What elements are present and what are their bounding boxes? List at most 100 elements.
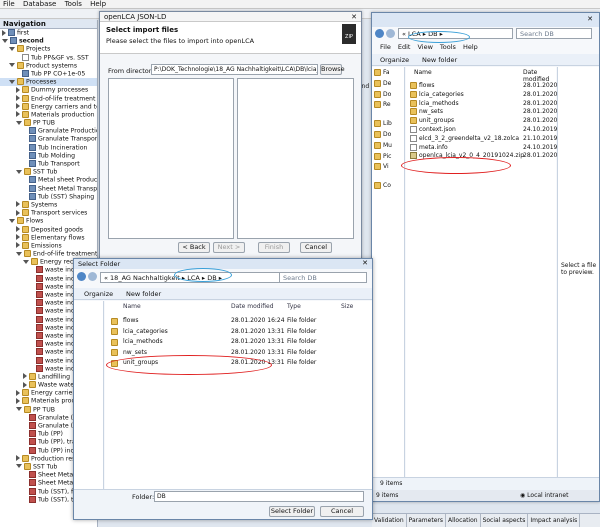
expanded-arrow-icon[interactable]	[16, 407, 22, 412]
tree-item[interactable]: Sheet Metal Transport	[0, 184, 97, 193]
file-list-item[interactable]: meta.info 24.10.2019	[406, 143, 557, 153]
tree-item[interactable]: Product systems	[0, 61, 97, 70]
browse-button[interactable]: Browse	[320, 64, 345, 75]
forward-arrow-icon[interactable]	[386, 29, 396, 38]
collapsed-arrow-icon[interactable]	[16, 95, 20, 101]
column-type[interactable]: Type	[287, 303, 301, 310]
menu-tools[interactable]: Tools	[440, 43, 456, 51]
column-date[interactable]: Date modified	[231, 303, 274, 310]
back-arrow-icon[interactable]	[77, 272, 86, 281]
close-icon[interactable]: ✕	[362, 259, 368, 267]
tree-item[interactable]: Tub Molding	[0, 151, 97, 160]
back-arrow-icon[interactable]	[375, 29, 384, 38]
organize-button[interactable]: Organize	[84, 290, 113, 298]
folder-list-item[interactable]: lcia_categories 28.01.2020 13:31 File fold…	[105, 327, 365, 337]
tab-social-aspects[interactable]: Social aspects	[481, 514, 529, 527]
tree-item[interactable]: second	[0, 37, 97, 45]
tree-item[interactable]: Elementary flows	[0, 233, 97, 242]
tree-item[interactable]: Tub (SST) Shaping	[0, 192, 97, 201]
collapsed-arrow-icon[interactable]	[16, 234, 20, 241]
tree-item[interactable]: Tub PP CO+1e-05	[0, 69, 97, 78]
finish-button[interactable]: Finish	[258, 242, 290, 253]
file-list-panel[interactable]	[237, 78, 354, 239]
sidebar-item[interactable]: Do	[372, 90, 404, 100]
file-list-item[interactable]: flows 28.01.2020	[406, 82, 557, 91]
file-list-item[interactable]: context.json 24.10.2019	[406, 125, 557, 135]
tree-item[interactable]: first	[0, 29, 97, 37]
directory-path-input[interactable]: P:\DOK_Technologie\18_AG Nachhaltigkeit\…	[151, 64, 318, 75]
expanded-arrow-icon[interactable]	[16, 169, 22, 174]
folder-list-item[interactable]: flows 28.01.2020 16:24 File folder	[105, 316, 365, 326]
collapsed-arrow-icon[interactable]	[16, 455, 20, 462]
expanded-arrow-icon[interactable]	[16, 251, 22, 256]
sidebar-item[interactable]: De	[372, 79, 404, 89]
expanded-arrow-icon[interactable]	[9, 63, 15, 68]
collapsed-arrow-icon[interactable]	[16, 389, 20, 396]
next-button[interactable]: Next >	[213, 242, 245, 253]
tree-item[interactable]: Tub Transport	[0, 160, 97, 168]
collapsed-arrow-icon[interactable]	[2, 29, 6, 36]
sidebar-item[interactable]: Fa	[372, 69, 404, 78]
tree-item[interactable]: Materials production	[0, 110, 97, 119]
collapsed-arrow-icon[interactable]	[16, 86, 20, 93]
menu-help[interactable]: Help	[90, 0, 106, 8]
select-folder-button[interactable]: Select Folder	[269, 506, 315, 517]
column-name[interactable]: Name	[414, 69, 432, 76]
new-folder-button[interactable]: New folder	[126, 290, 161, 298]
collapsed-arrow-icon[interactable]	[23, 381, 27, 388]
expanded-arrow-icon[interactable]	[9, 79, 15, 84]
folder-name-input[interactable]: DB	[154, 491, 364, 502]
folder-list-item[interactable]: lcia_methods 28.01.2020 13:31 File folder	[105, 337, 365, 347]
tree-item[interactable]: Tub PP&GF vs. SST	[0, 53, 97, 62]
tree-item[interactable]: Processes	[0, 78, 97, 87]
expanded-arrow-icon[interactable]	[2, 38, 8, 43]
cancel-button[interactable]: Cancel	[320, 506, 364, 517]
tab-allocation[interactable]: Allocation	[446, 514, 481, 527]
tree-item[interactable]: Projects	[0, 45, 97, 53]
menu-edit[interactable]: Edit	[398, 43, 411, 51]
tree-item[interactable]: Granulate Production	[0, 127, 97, 135]
expanded-arrow-icon[interactable]	[16, 464, 22, 469]
menu-view[interactable]: View	[417, 43, 432, 51]
sidebar-item[interactable]: Do	[372, 130, 404, 140]
tree-item[interactable]: Deposited goods	[0, 225, 97, 234]
sidebar-item[interactable]: Re	[372, 101, 404, 110]
file-list-item[interactable]: lcia_categories 28.01.2020	[406, 90, 557, 100]
tree-item[interactable]: Dummy processes	[0, 86, 97, 94]
tab-validation[interactable]: Validation	[372, 514, 407, 527]
new-folder-button[interactable]: New folder	[422, 56, 457, 64]
tree-item[interactable]: PP TUB	[0, 119, 97, 127]
close-icon[interactable]: ✕	[587, 15, 593, 23]
tree-item[interactable]: Emissions	[0, 241, 97, 250]
menu-help[interactable]: Help	[463, 43, 478, 51]
file-list-item[interactable]: nw_sets 28.01.2020	[406, 108, 557, 117]
menu-database[interactable]: Database	[23, 0, 56, 8]
tree-item[interactable]: Energy carriers and technolo	[0, 102, 97, 111]
sidebar-item[interactable]: Lib	[372, 120, 404, 129]
expanded-arrow-icon[interactable]	[23, 259, 29, 264]
tree-item[interactable]: Metal sheet Production	[0, 176, 97, 184]
file-list-item[interactable]: elcd_3_2_greendelta_v2_18.zolca 21.10.201…	[406, 134, 557, 144]
expanded-arrow-icon[interactable]	[9, 218, 15, 223]
sidebar-item[interactable]: Co	[372, 182, 404, 191]
tree-item[interactable]: Tub Incineration	[0, 143, 97, 152]
collapsed-arrow-icon[interactable]	[16, 209, 20, 216]
column-name[interactable]: Name	[123, 303, 141, 310]
tree-item[interactable]: Flows	[0, 217, 97, 225]
expanded-arrow-icon[interactable]	[16, 120, 22, 125]
tree-item[interactable]: End-of-life treatment	[0, 94, 97, 103]
menu-file[interactable]: File	[3, 0, 15, 8]
expanded-arrow-icon[interactable]	[9, 46, 15, 51]
select-folder-search-input[interactable]: Search DB	[279, 272, 367, 283]
tab-impact-analysis[interactable]: Impact analysis	[528, 514, 581, 527]
collapsed-arrow-icon[interactable]	[16, 103, 20, 110]
tab-parameters[interactable]: Parameters	[407, 514, 446, 527]
file-list-item[interactable]: lcia_methods 28.01.2020	[406, 99, 557, 109]
collapsed-arrow-icon[interactable]	[23, 373, 27, 380]
collapsed-arrow-icon[interactable]	[16, 242, 20, 249]
explorer-search-input[interactable]: Search DB	[516, 28, 592, 39]
organize-button[interactable]: Organize	[380, 56, 409, 64]
close-icon[interactable]: ✕	[351, 12, 357, 22]
collapsed-arrow-icon[interactable]	[16, 201, 20, 208]
back-button[interactable]: < Back	[178, 242, 210, 253]
